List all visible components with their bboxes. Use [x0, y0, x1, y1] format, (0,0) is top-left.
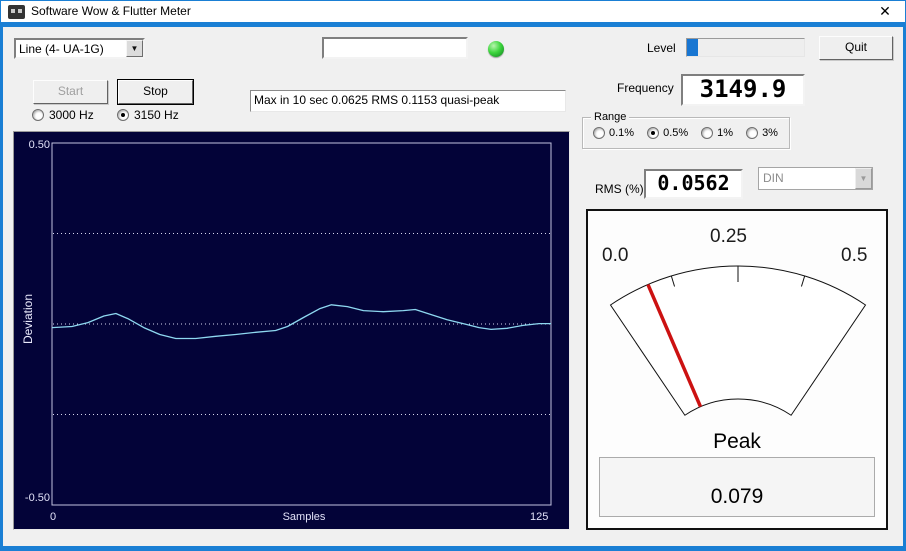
frequency-label: Frequency: [617, 81, 674, 95]
input-device-value: Line (4- UA-1G): [19, 42, 104, 56]
deviation-chart: [51, 142, 552, 506]
frequency-display: 3149.9: [681, 74, 805, 106]
quit-button[interactable]: Quit: [819, 36, 893, 60]
meter-max-label: 0.5: [841, 245, 868, 266]
signal-led-icon: [488, 41, 504, 57]
radio-range-0p5[interactable]: 0.5%: [647, 127, 688, 139]
weighting-value: DIN: [763, 171, 784, 185]
range-0p5-label: 0.5%: [663, 127, 689, 139]
chevron-down-icon[interactable]: ▼: [855, 168, 872, 189]
radio-circle-icon[interactable]: [117, 109, 129, 121]
range-0p1-label: 0.1%: [609, 127, 635, 139]
message-field[interactable]: [322, 37, 468, 59]
level-fill: [687, 39, 698, 56]
radio-3000hz-label: 3000 Hz: [49, 108, 94, 122]
deviation-chart-panel: 0.50 -0.50 0 Samples 125 Deviation: [13, 131, 570, 530]
app-icon: [8, 5, 25, 19]
analog-meter-panel: 0.0 0.25 0.5 Peak 0.079: [586, 209, 888, 530]
app-window: Software Wow & Flutter Meter ✕ Line (4- …: [0, 0, 906, 551]
radio-circle-icon[interactable]: [32, 109, 44, 121]
meter-min-label: 0.0: [602, 245, 629, 266]
radio-circle-icon[interactable]: [647, 127, 660, 139]
range-group-label: Range: [591, 111, 630, 123]
window-title: Software Wow & Flutter Meter: [31, 4, 191, 18]
radio-range-0p1[interactable]: 0.1%: [593, 127, 634, 139]
radio-range-1[interactable]: 1%: [701, 127, 733, 139]
radio-circle-icon[interactable]: [593, 127, 605, 139]
y-axis-min-label: -0.50: [24, 492, 50, 504]
range-3-label: 3%: [762, 127, 778, 139]
y-axis-max-label: 0.50: [28, 139, 50, 151]
status-readout: Max in 10 sec 0.0625 RMS 0.1153 quasi-pe…: [250, 90, 566, 112]
chevron-down-icon[interactable]: ▼: [126, 40, 143, 57]
level-progressbar: [686, 38, 805, 57]
close-icon[interactable]: ✕: [868, 1, 902, 22]
radio-3000hz[interactable]: 3000 Hz: [32, 108, 94, 122]
radio-circle-icon[interactable]: [746, 127, 759, 139]
y-axis-title: Deviation: [21, 294, 35, 345]
peak-label: Peak: [713, 430, 761, 453]
radio-3150hz-label: 3150 Hz: [134, 108, 179, 122]
input-device-select[interactable]: Line (4- UA-1G) ▼: [14, 38, 145, 59]
meter-mid-label: 0.25: [710, 226, 747, 247]
x-axis-max-label: 125: [530, 511, 549, 523]
level-label: Level: [647, 41, 676, 55]
radio-range-3[interactable]: 3%: [746, 127, 778, 139]
weighting-select[interactable]: DIN ▼: [758, 167, 873, 190]
peak-display: 0.079: [599, 457, 875, 517]
x-axis-title: Samples: [282, 511, 326, 523]
range-group: Range 0.1% 0.5% 1% 3%: [582, 111, 790, 149]
radio-3150hz[interactable]: 3150 Hz: [117, 108, 179, 122]
stop-button[interactable]: Stop: [118, 80, 193, 104]
rms-display: 0.0562: [644, 169, 743, 199]
radio-circle-icon[interactable]: [701, 127, 714, 139]
rms-label: RMS (%): [595, 182, 644, 196]
range-1-label: 1%: [717, 127, 734, 139]
start-button[interactable]: Start: [33, 80, 108, 104]
x-axis-min-label: 0: [50, 511, 57, 523]
